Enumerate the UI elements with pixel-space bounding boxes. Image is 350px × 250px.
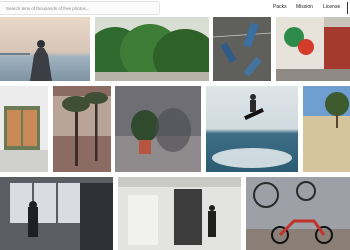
photo-plant-on-table[interactable]	[115, 86, 201, 172]
photo-person-on-pier[interactable]	[0, 17, 90, 81]
nav-mission-link[interactable]: Mission	[296, 4, 313, 10]
photo-graffiti-building[interactable]	[276, 17, 350, 81]
nav-license-link[interactable]: License	[323, 4, 340, 10]
top-bar: Packs Mission License	[0, 0, 350, 16]
photo-window-shutters[interactable]	[0, 86, 48, 172]
photo-palm-trees[interactable]	[53, 86, 111, 172]
photo-hedge[interactable]	[95, 17, 209, 81]
photo-scooter-mural[interactable]	[246, 177, 350, 250]
photo-silhouettes-windows[interactable]	[0, 177, 113, 250]
photo-clothespins[interactable]	[213, 17, 271, 81]
nav-packs-link[interactable]: Packs	[273, 4, 287, 10]
photo-tree-and-ramp[interactable]	[303, 86, 350, 172]
photo-stairwell[interactable]	[118, 177, 241, 250]
photo-wakeboarding[interactable]	[206, 86, 298, 172]
search-input[interactable]	[6, 3, 156, 13]
search-bar[interactable]	[0, 1, 160, 15]
